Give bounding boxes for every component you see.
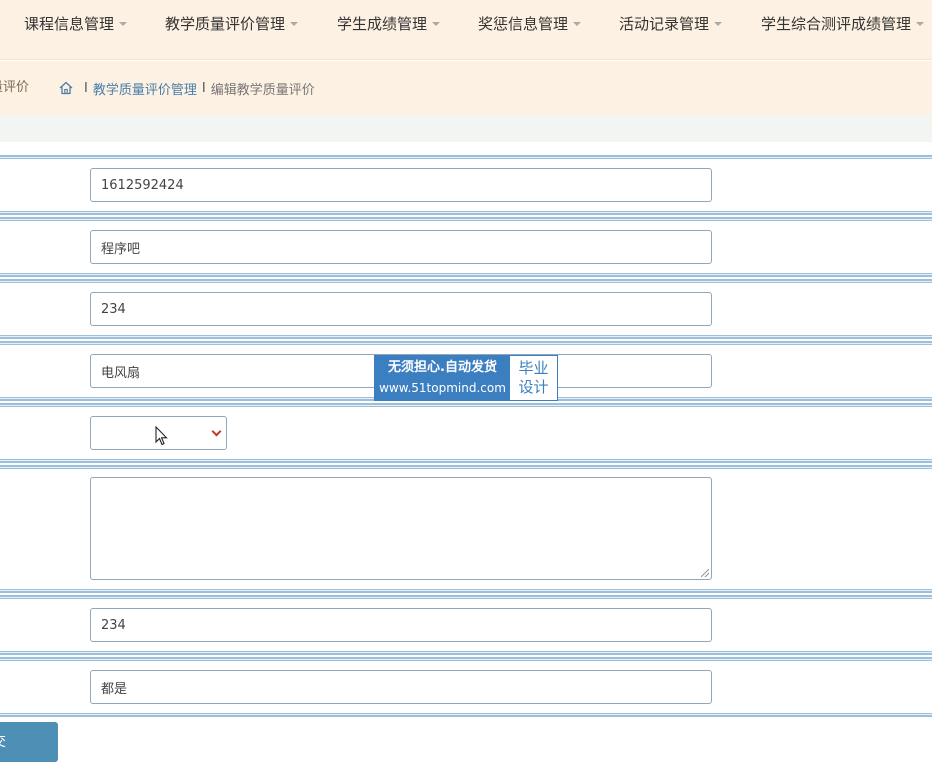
field-input-8[interactable] <box>90 670 712 704</box>
caret-down-icon <box>119 22 128 26</box>
nav-label: 活动记录管理 <box>619 14 710 33</box>
watermark-right2: 设计 <box>518 378 549 396</box>
form-row <box>0 279 932 339</box>
watermark-right1: 毕业 <box>518 359 549 377</box>
breadcrumb-separator: I <box>84 80 88 96</box>
divider-strip <box>0 115 932 142</box>
breadcrumb-separator: I <box>201 80 206 96</box>
nav-item-activities[interactable]: 活动记录管理 <box>619 0 723 46</box>
nav-label: 奖惩信息管理 <box>478 14 569 33</box>
form-row <box>0 657 932 717</box>
page-heading-fragment: 量评价 <box>0 80 30 95</box>
nav-item-teaching-evaluation[interactable]: 教学质量评价管理 <box>165 0 299 46</box>
student-id-input[interactable] <box>90 168 712 202</box>
nav-item-course[interactable]: 课程信息管理 <box>24 0 128 46</box>
field-input-3[interactable] <box>90 292 712 326</box>
nav-item-rewards[interactable]: 奖惩信息管理 <box>478 0 582 46</box>
breadcrumb-link-section[interactable]: 教学质量评价管理 <box>93 79 197 98</box>
submit-button[interactable]: 提交 <box>0 722 58 762</box>
caret-down-icon <box>714 22 723 26</box>
nav-label: 课程信息管理 <box>24 14 115 33</box>
watermark-line2: www.51topmind.com <box>379 381 506 395</box>
resize-grip-icon[interactable] <box>701 569 709 577</box>
form-row <box>0 595 932 655</box>
nav-label: 学生成绩管理 <box>337 14 428 33</box>
name-input[interactable] <box>90 230 712 264</box>
caret-down-icon <box>573 22 582 26</box>
breadcrumb-current: 编辑教学质量评价 <box>210 82 315 98</box>
form-row <box>0 465 932 593</box>
mouse-cursor-icon <box>155 426 168 446</box>
form-row <box>0 403 932 463</box>
caret-down-icon <box>916 22 925 26</box>
submit-label: 提交 <box>0 734 6 750</box>
nav-item-comprehensive[interactable]: 学生综合测评成绩管理 <box>761 0 925 46</box>
chevron-down-icon <box>211 426 222 437</box>
breadcrumb: I 教学质量评价管理 I 编辑教学质量评价 <box>59 61 315 115</box>
watermark-right: 毕业 设计 <box>510 356 557 400</box>
comment-textarea[interactable] <box>90 477 712 580</box>
nav-label: 教学质量评价管理 <box>165 14 286 33</box>
caret-down-icon <box>290 22 299 26</box>
home-icon[interactable] <box>59 81 73 95</box>
watermark-line1: 无须担心.自动发货 <box>388 360 497 375</box>
form-row <box>0 155 932 215</box>
watermark-badge: 无须担心.自动发货 www.51topmind.com 毕业 设计 <box>374 355 558 401</box>
form-row <box>0 217 932 277</box>
nav-label: 学生综合测评成绩管理 <box>761 14 912 33</box>
nav-item-scores[interactable]: 学生成绩管理 <box>337 0 441 46</box>
field-input-7[interactable] <box>90 608 712 642</box>
watermark-left: 无须担心.自动发货 www.51topmind.com <box>375 356 510 400</box>
caret-down-icon <box>432 22 441 26</box>
breadcrumb-bar: 量评价 I 教学质量评价管理 I 编辑教学质量评价 <box>0 61 932 115</box>
top-nav: 课程信息管理 教学质量评价管理 学生成绩管理 奖惩信息管理 活动记录管理 学生综… <box>0 0 932 60</box>
